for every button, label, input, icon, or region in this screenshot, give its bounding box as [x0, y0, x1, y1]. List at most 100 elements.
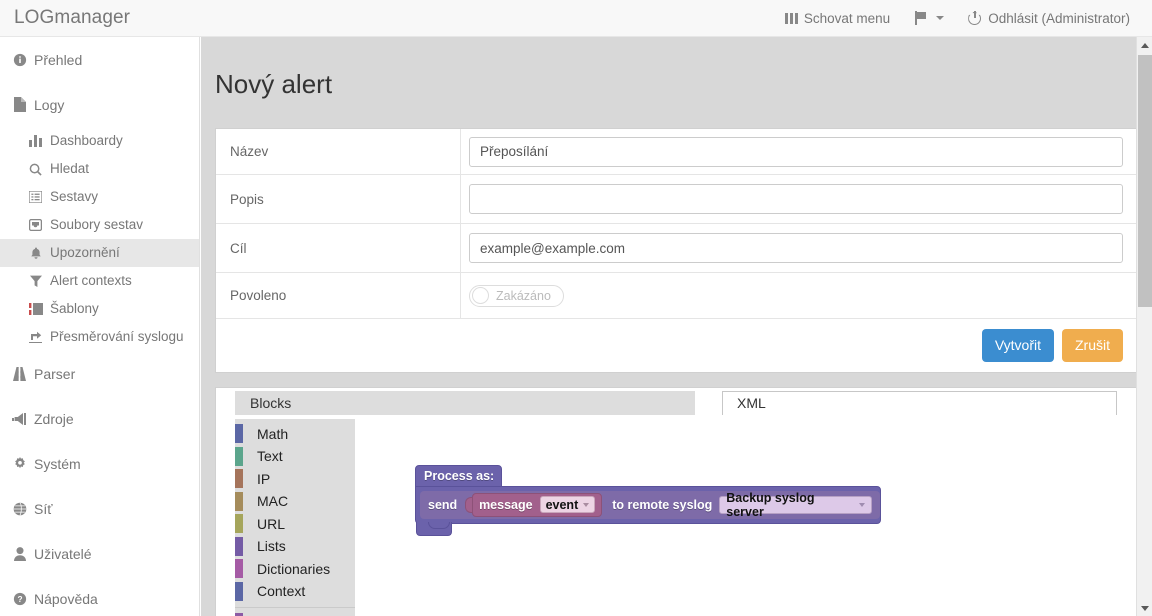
toolbox-category-text[interactable]: Text	[235, 445, 355, 468]
toolbox-category-mac[interactable]: MAC	[235, 490, 355, 513]
block-foot	[416, 521, 452, 536]
category-color-swatch	[235, 469, 243, 489]
blockly-editor-panel: Blocks XML Math Text IP MAC URL Lists Di…	[215, 386, 1138, 616]
message-type-dropdown[interactable]: event	[539, 496, 596, 513]
sidebar-item-dashboardy[interactable]: Dashboardy	[0, 127, 199, 155]
category-color-swatch	[235, 559, 243, 579]
chevron-down-icon	[859, 502, 865, 507]
toolbox-category-ip[interactable]: IP	[235, 468, 355, 491]
blockly-workspace[interactable]: Process as: send message event to remote…	[355, 418, 1137, 616]
form-actions: Vytvořit Zrušit	[216, 319, 1137, 371]
form-row-nazev: Název	[216, 129, 1137, 176]
toggle-state-label: Zakázáno	[496, 288, 551, 303]
category-color-swatch	[235, 446, 243, 466]
cancel-button[interactable]: Zrušit	[1062, 329, 1123, 362]
block-to-remote-syslog-label: to remote syslog	[612, 497, 713, 512]
sidebar-item-label: Soubory sestav	[50, 217, 144, 233]
toolbox-category-lists[interactable]: Lists	[235, 535, 355, 558]
sidebar-item-sestavy[interactable]: Sestavy	[0, 183, 199, 211]
toolbox-category-label: IP	[257, 470, 271, 487]
list-icon	[28, 191, 43, 203]
form-row-popis: Popis	[216, 175, 1137, 225]
toolbox-separator	[235, 606, 355, 608]
form-control-popis	[461, 175, 1137, 223]
bar-chart-icon	[28, 135, 43, 147]
toolbox-category-dictionaries[interactable]: Dictionaries	[235, 558, 355, 581]
sidebar-item-parser[interactable]: Parser	[0, 351, 199, 396]
block-send-statement[interactable]: send message event to remote syslog Back…	[420, 490, 880, 519]
category-color-swatch	[235, 424, 243, 444]
sidebar-item-label: Logy	[34, 96, 65, 113]
scroll-down-button[interactable]	[1137, 600, 1152, 616]
page-scrollbar[interactable]	[1136, 37, 1152, 616]
file-icon	[12, 97, 27, 112]
toolbox-category-label: Context	[257, 583, 306, 600]
sidebar-item-label: Nápověda	[34, 590, 98, 607]
sidebar-item-label: Sestavy	[50, 189, 99, 205]
popis-input[interactable]	[469, 184, 1123, 215]
category-color-swatch	[235, 491, 243, 511]
sidebar-item-prehled[interactable]: Přehled	[0, 37, 199, 82]
syslog-target-dropdown[interactable]: Backup syslog server	[719, 491, 872, 519]
sidebar-item-napoveda[interactable]: ? Nápověda	[0, 576, 199, 616]
page-title: Nový alert	[215, 69, 333, 100]
gear-icon	[12, 456, 27, 471]
main-content: Nový alert Název Popis Cíl	[201, 37, 1152, 616]
toolbox-category-label: MAC	[257, 493, 289, 510]
sidebar-item-zdroje[interactable]: Zdroje	[0, 396, 199, 441]
road-icon	[12, 366, 27, 381]
enabled-toggle[interactable]: Zakázáno	[469, 284, 564, 307]
sidebar-item-hledat[interactable]: Hledat	[0, 155, 199, 183]
toolbox-category-message[interactable]: Message	[235, 612, 355, 616]
nazev-input[interactable]	[469, 136, 1123, 167]
form-label-popis: Popis	[216, 175, 461, 224]
scroll-up-button[interactable]	[1137, 37, 1152, 53]
sidebar-item-presmerovani-syslogu[interactable]: Přesměrování syslogu	[0, 323, 199, 351]
svg-text:?: ?	[17, 594, 22, 604]
sidebar-item-label: Šablony	[50, 301, 99, 317]
toolbox-category-context[interactable]: Context	[235, 580, 355, 603]
blockly-block-process-as[interactable]: Process as: send message event to remote…	[415, 464, 881, 536]
create-button[interactable]: Vytvořit	[981, 329, 1054, 362]
sidebar-item-label: Systém	[34, 455, 81, 472]
search-icon	[28, 163, 43, 176]
scrollbar-thumb[interactable]	[1138, 55, 1152, 307]
sidebar-item-sablony[interactable]: Šablony	[0, 295, 199, 323]
sidebar-item-alert-contexts[interactable]: Alert contexts	[0, 267, 199, 295]
sidebar-item-upozorneni[interactable]: Upozornění	[0, 239, 199, 267]
sidebar-item-label: Uživatelé	[34, 545, 92, 562]
language-flag-dropdown[interactable]	[902, 0, 956, 36]
globe-icon	[12, 502, 27, 516]
sidebar-item-label: Zdroje	[34, 410, 74, 427]
sidebar-item-uzivatele[interactable]: Uživatelé	[0, 531, 199, 576]
block-send-label: send	[428, 497, 458, 512]
message-type-dropdown-value: event	[545, 497, 579, 512]
block-message-label: message	[479, 497, 533, 512]
cil-input[interactable]	[469, 233, 1123, 264]
logout-button[interactable]: Odhlásit (Administrator)	[956, 0, 1142, 36]
hide-menu-button[interactable]: Schovat menu	[773, 0, 902, 36]
sidebar-item-soubory-sestav[interactable]: Soubory sestav	[0, 211, 199, 239]
top-header: LOGmanager Schovat menu Odhlásit (Admini…	[0, 0, 1152, 37]
sidebar-item-sit[interactable]: Síť	[0, 486, 199, 531]
blockly-toolbox: Math Text IP MAC URL Lists Dictionaries …	[235, 418, 355, 616]
sidebar-item-label: Síť	[34, 500, 53, 517]
chevron-down-icon	[583, 502, 590, 507]
columns-icon	[28, 303, 43, 315]
toolbox-category-url[interactable]: URL	[235, 513, 355, 536]
tab-blocks[interactable]: Blocks	[235, 390, 695, 415]
sidebar-item-system[interactable]: Systém	[0, 441, 199, 486]
sidebar-item-label: Parser	[34, 365, 76, 382]
toggle-knob	[472, 287, 489, 305]
form-label-nazev: Název	[216, 129, 461, 175]
user-icon	[12, 546, 27, 561]
inbox-icon	[28, 219, 43, 231]
app-brand[interactable]: LOGmanager	[14, 0, 130, 36]
toolbox-category-math[interactable]: Math	[235, 423, 355, 446]
hide-menu-label: Schovat menu	[803, 10, 891, 26]
block-body[interactable]: send message event to remote syslog Back…	[415, 485, 881, 536]
block-message-value[interactable]: message event	[472, 492, 603, 517]
tab-xml[interactable]: XML	[722, 390, 1117, 415]
sidebar-item-logy[interactable]: Logy	[0, 82, 199, 127]
form-control-povoleno: Zakázáno	[461, 273, 1137, 318]
